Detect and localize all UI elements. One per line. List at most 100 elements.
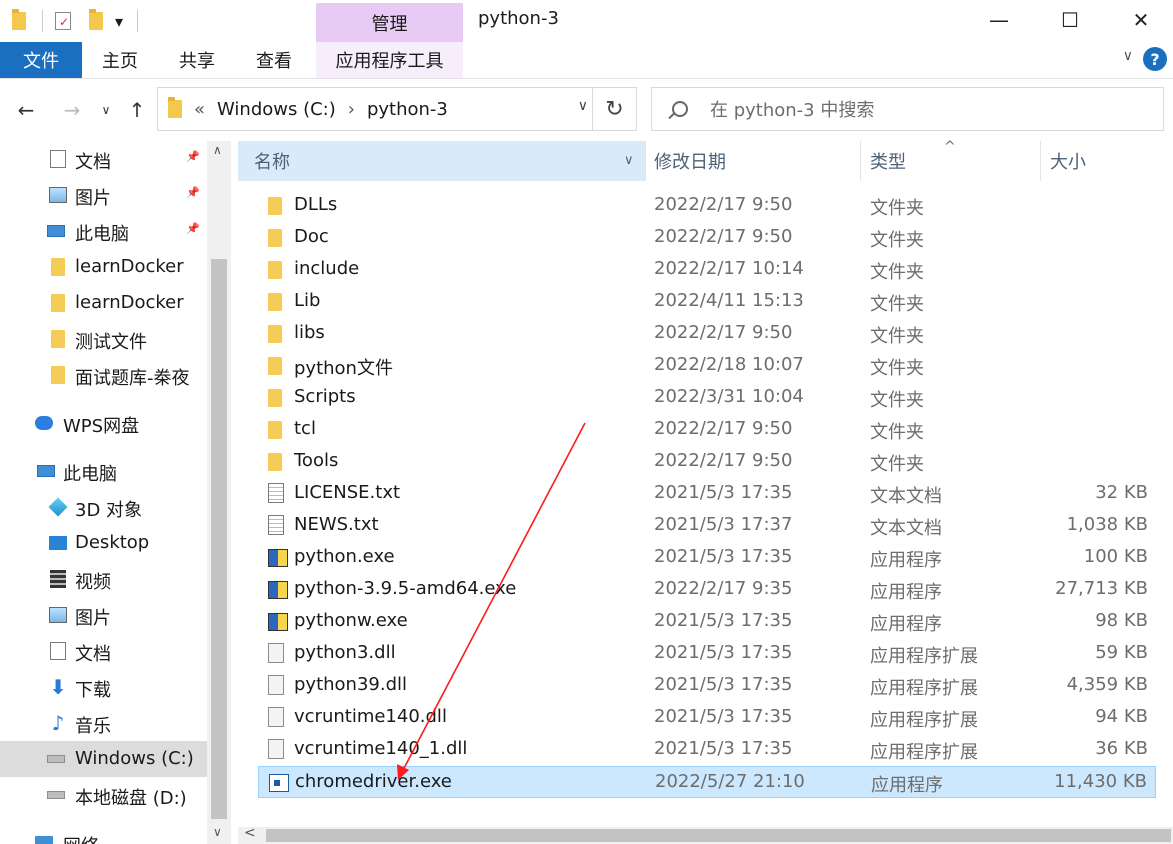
sidebar-item[interactable]: 图片 [0, 597, 207, 633]
manage-contextual-tab[interactable]: 管理 [316, 3, 463, 42]
tab-home[interactable]: 主页 [90, 42, 150, 78]
sidebar-item-label: Desktop [75, 532, 150, 553]
file-name: python39.dll [294, 674, 408, 695]
refresh-button[interactable]: ↻ [592, 88, 636, 130]
file-row[interactable]: DLLs 2022/2/17 9:50 文件夹 [258, 190, 1156, 222]
minimize-button[interactable]: — [976, 0, 1022, 40]
application-icon [268, 581, 288, 599]
file-row[interactable]: python-3.9.5-amd64.exe 2022/2/17 9:35 应用程序… [258, 574, 1156, 606]
file-type: 文本文档 [870, 486, 942, 507]
tab-view[interactable]: 查看 [244, 42, 304, 78]
address-overflow[interactable]: « [194, 99, 205, 120]
file-type: 文件夹 [870, 390, 924, 411]
sidebar-item[interactable]: 本地磁盘 (D:) [0, 777, 207, 813]
search-box[interactable]: 在 python-3 中搜索 [651, 87, 1164, 131]
dll-file-icon [268, 643, 284, 663]
file-type: 应用程序 [871, 775, 943, 796]
horizontal-scrollbar[interactable]: < [238, 825, 1173, 844]
sidebar-item[interactable]: 视频 [0, 561, 207, 597]
file-row[interactable]: Tools 2022/2/17 9:50 文件夹 [258, 446, 1156, 478]
file-row[interactable]: NEWS.txt 2021/5/3 17:37 文本文档 1,038 KB [258, 510, 1156, 542]
close-button[interactable]: ✕ [1118, 0, 1164, 40]
file-row[interactable]: python3.dll 2021/5/3 17:35 应用程序扩展 59 KB [258, 638, 1156, 670]
ribbon-tabs: 文件 主页 共享 查看 应用程序工具 ∨ ? [0, 42, 1173, 79]
maximize-button[interactable]: ☐ [1047, 0, 1093, 40]
sidebar-item[interactable]: Desktop [0, 525, 207, 561]
file-row[interactable]: pythonw.exe 2021/5/3 17:35 应用程序 98 KB [258, 606, 1156, 638]
file-row[interactable]: Doc 2022/2/17 9:50 文件夹 [258, 222, 1156, 254]
application-icon [268, 613, 288, 631]
file-row[interactable]: tcl 2022/2/17 9:50 文件夹 [258, 414, 1156, 446]
properties-icon[interactable]: ✓ [55, 12, 71, 30]
file-row[interactable]: python39.dll 2021/5/3 17:35 应用程序扩展 4,359 KB [258, 670, 1156, 702]
sidebar-item[interactable]: 图片 📌 [0, 177, 207, 213]
file-type: 文件夹 [870, 422, 924, 443]
sidebar-item[interactable]: 面试题库-桊夜 [0, 357, 207, 393]
forward-button[interactable]: → [58, 95, 86, 125]
sidebar-item[interactable]: 此电脑 📌 [0, 213, 207, 249]
new-folder-icon[interactable] [89, 9, 103, 30]
file-date: 2022/3/31 10:04 [654, 386, 804, 407]
folder-icon[interactable] [12, 9, 26, 30]
sidebar-item[interactable]: 文档 📌 [0, 141, 207, 177]
file-size: 11,430 KB [1054, 771, 1147, 792]
sidebar-item[interactable]: 此电脑 [0, 453, 207, 489]
file-type: 文件夹 [870, 294, 924, 315]
sidebar-item-label: 下载 [75, 680, 111, 701]
file-name: python文件 [294, 358, 393, 379]
tab-file[interactable]: 文件 [0, 42, 82, 78]
file-date: 2021/5/3 17:35 [654, 642, 793, 663]
file-row[interactable]: chromedriver.exe 2022/5/27 21:10 应用程序 11,43… [258, 766, 1156, 798]
file-row[interactable]: python文件 2022/2/18 10:07 文件夹 [258, 350, 1156, 382]
sidebar-scrollbar[interactable]: ∧ ∨ [207, 141, 231, 844]
file-row[interactable]: libs 2022/2/17 9:50 文件夹 [258, 318, 1156, 350]
sidebar-item[interactable]: 测试文件 [0, 321, 207, 357]
file-row[interactable]: LICENSE.txt 2021/5/3 17:35 文本文档 32 KB [258, 478, 1156, 510]
address-history-icon[interactable]: ∨ [578, 98, 588, 114]
navigation-bar: ← → ∨ ↑ « Windows (C:) › python-3 ∨ ↻ 在 … [0, 79, 1173, 141]
file-type: 文件夹 [870, 198, 924, 219]
sidebar-item[interactable]: 网络 [0, 825, 207, 844]
column-name[interactable]: 名称 [238, 141, 645, 181]
file-row[interactable]: Scripts 2022/3/31 10:04 文件夹 [258, 382, 1156, 414]
file-row[interactable]: vcruntime140_1.dll 2021/5/3 17:35 应用程序扩展 36… [258, 734, 1156, 766]
address-bar[interactable]: « Windows (C:) › python-3 ∨ ↻ [157, 87, 637, 131]
ribbon-expand-icon[interactable]: ∨ [1123, 48, 1133, 64]
customize-toolbar-icon[interactable]: ▾ [115, 12, 123, 31]
breadcrumb-drive[interactable]: Windows (C:) [217, 99, 336, 120]
help-icon[interactable]: ? [1143, 47, 1167, 71]
sidebar-item[interactable]: 3D 对象 [0, 489, 207, 525]
scroll-up-icon[interactable]: ∧ [213, 143, 222, 157]
sidebar-item[interactable]: ⬇ 下载 [0, 669, 207, 705]
back-button[interactable]: ← [12, 95, 40, 125]
breadcrumb-separator[interactable]: › [348, 99, 355, 120]
column-date[interactable]: 修改日期 [638, 141, 853, 181]
file-row[interactable]: Lib 2022/4/11 15:13 文件夹 [258, 286, 1156, 318]
column-size[interactable]: 大小 [1034, 141, 1154, 181]
sidebar-item[interactable]: 文档 [0, 633, 207, 669]
scroll-left-icon[interactable]: < [244, 825, 256, 841]
file-type: 应用程序扩展 [870, 678, 978, 699]
file-size: 94 KB [1095, 706, 1148, 727]
sidebar-scroll-thumb[interactable] [211, 259, 227, 819]
tab-application-tools[interactable]: 应用程序工具 [316, 42, 463, 78]
sidebar-item[interactable]: Windows (C:) [0, 741, 207, 777]
sidebar-item[interactable]: WPS网盘 [0, 405, 207, 441]
pin-icon: 📌 [186, 222, 200, 235]
file-row[interactable]: python.exe 2021/5/3 17:35 应用程序 100 KB [258, 542, 1156, 574]
horizontal-scroll-thumb[interactable] [266, 829, 1171, 842]
up-button[interactable]: ↑ [124, 95, 150, 125]
sidebar-item[interactable]: learnDocker [0, 285, 207, 321]
file-row[interactable]: include 2022/2/17 10:14 文件夹 [258, 254, 1156, 286]
column-type[interactable]: 类型 [854, 141, 1034, 181]
sidebar-item-label: 3D 对象 [75, 500, 143, 521]
sidebar-item[interactable]: ♪ 音乐 [0, 705, 207, 741]
file-row[interactable]: vcruntime140.dll 2021/5/3 17:35 应用程序扩展 94 K… [258, 702, 1156, 734]
column-filter-icon[interactable]: ∨ [624, 153, 634, 168]
scroll-down-icon[interactable]: ∨ [213, 825, 222, 839]
breadcrumb-folder[interactable]: python-3 [367, 99, 448, 120]
recent-locations-button[interactable]: ∨ [96, 95, 116, 125]
search-input[interactable]: 在 python-3 中搜索 [710, 96, 874, 122]
tab-share[interactable]: 共享 [167, 42, 227, 78]
sidebar-item[interactable]: learnDocker [0, 249, 207, 285]
